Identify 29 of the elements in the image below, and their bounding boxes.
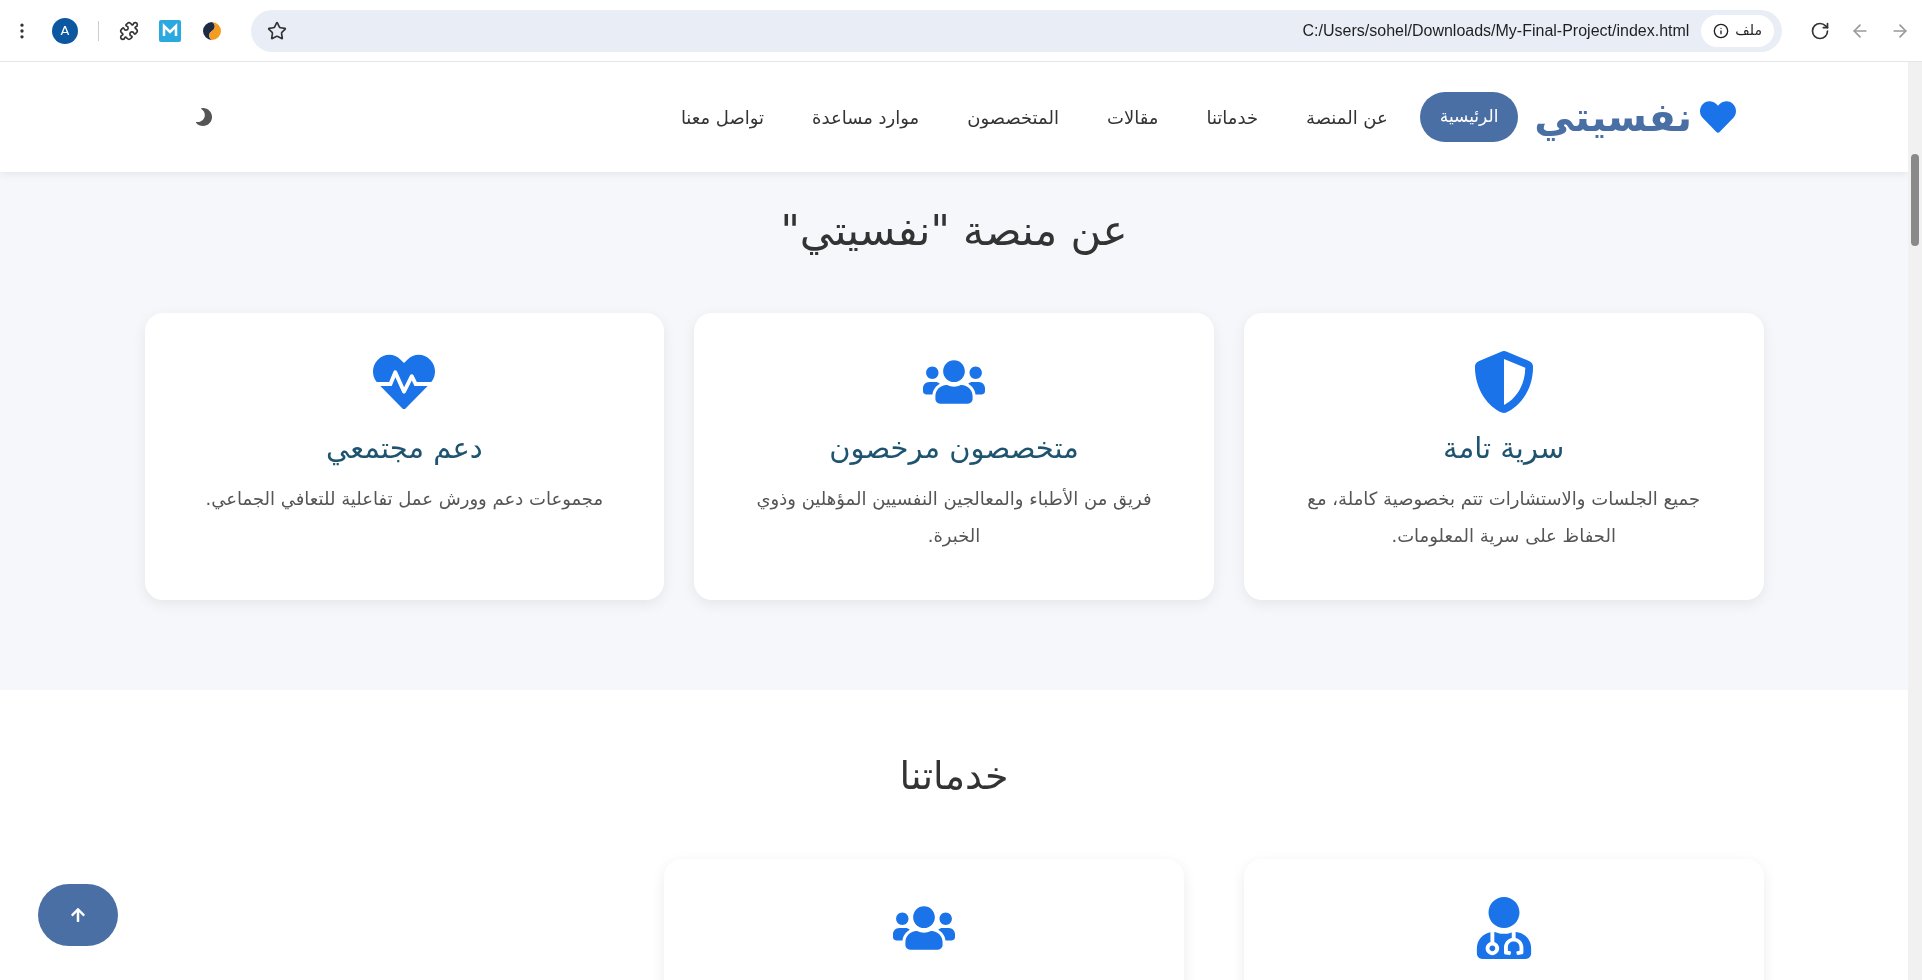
nav-link[interactable]: خدماتنا xyxy=(1190,91,1275,143)
card-text: مجموعات دعم وورش عمل تفاعلية للتعافي الجماعي. xyxy=(205,487,604,512)
arrow-up-icon xyxy=(70,907,86,923)
url-text: C:/Users/sohel/Downloads/My-Final-Project/index.html xyxy=(1301,20,1690,41)
nav-link[interactable]: الرئيسية xyxy=(1419,92,1519,142)
nav-link[interactable]: مقالات xyxy=(1090,91,1175,143)
card-title: سرية تامة xyxy=(1443,429,1565,467)
extension-icon[interactable] xyxy=(201,19,223,42)
card-title: متخصصون مرخصون xyxy=(829,429,1079,467)
nav-link[interactable]: المتخصصون xyxy=(951,91,1075,143)
section-heading: خدماتنا xyxy=(899,753,1009,800)
card-text: فريق من الأطباء والمعالجين النفسيين المؤهلين وذوي الخبرة. xyxy=(755,487,1153,549)
info-icon xyxy=(1713,22,1730,39)
site-info-chip[interactable]: ملف xyxy=(1701,14,1774,47)
nav-link[interactable]: عن المنصة xyxy=(1290,91,1404,143)
section-heading: عن منصة "نفسيتي" xyxy=(780,205,1128,257)
card-title: دعم مجتمعي xyxy=(326,429,483,468)
nav-link[interactable]: موارد مساعدة xyxy=(796,91,936,143)
reload-icon[interactable] xyxy=(1810,20,1830,41)
doctor-icon xyxy=(1475,897,1532,960)
extension-icon[interactable] xyxy=(119,20,139,41)
heart-icon xyxy=(1700,99,1736,135)
bookmark-star-icon[interactable] xyxy=(267,20,287,41)
moon-icon[interactable] xyxy=(195,108,213,126)
scrollbar[interactable] xyxy=(1908,62,1922,980)
shield-icon xyxy=(1472,350,1535,413)
nav-link[interactable]: تواصل معنا xyxy=(664,91,781,143)
card-text: جميع الجلسات والاستشارات تتم بخصوصية كاملة، مع الحفاظ على سرية المعلومات. xyxy=(1306,487,1702,549)
profile-avatar[interactable]: A xyxy=(52,17,78,44)
